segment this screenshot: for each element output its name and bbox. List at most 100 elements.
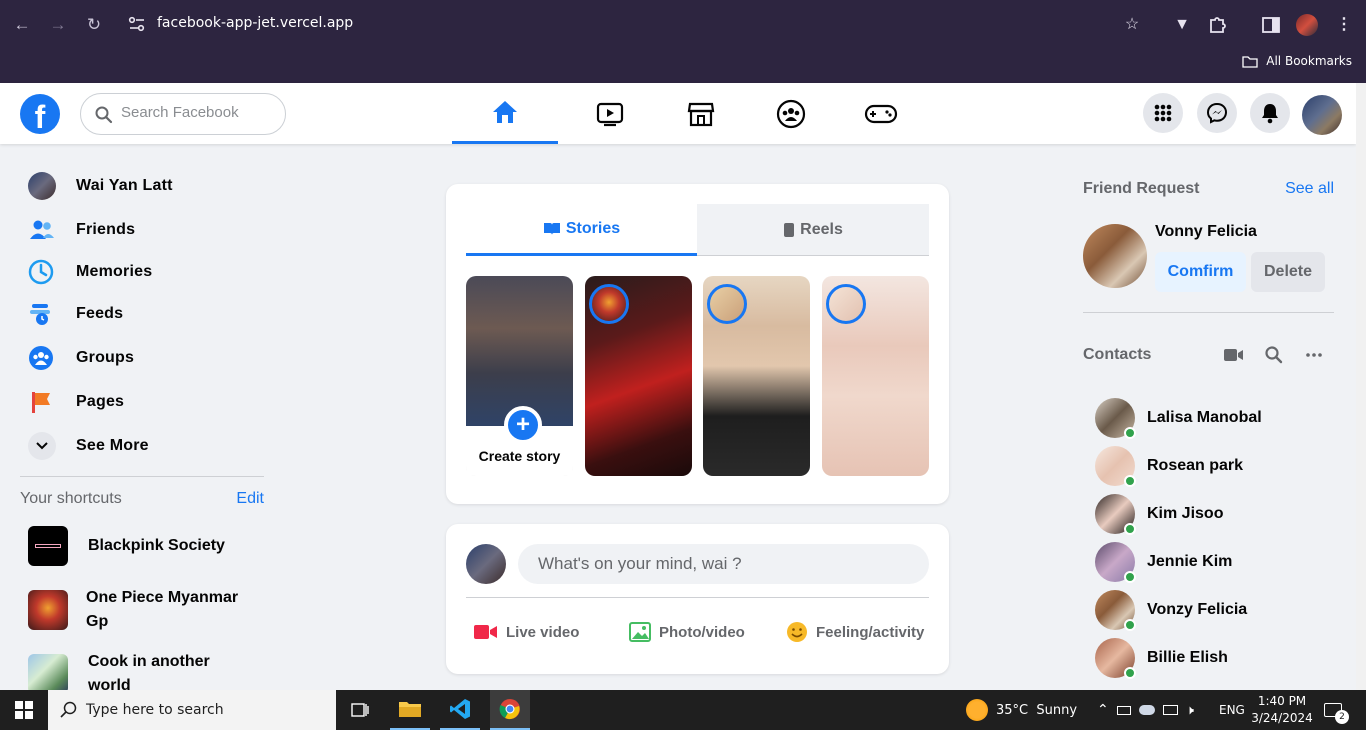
- more-options-icon[interactable]: [1303, 344, 1325, 366]
- video-call-icon[interactable]: [1223, 344, 1245, 366]
- contact-item[interactable]: Jennie Kim: [1095, 540, 1232, 584]
- windows-start-icon[interactable]: [4, 690, 44, 730]
- tab-reels[interactable]: Reels: [697, 204, 929, 256]
- search-input[interactable]: [121, 104, 271, 121]
- sidebar-item-label: Wai Yan Latt: [76, 177, 173, 194]
- sidebar-item-pages[interactable]: Pages: [20, 382, 124, 422]
- input-language[interactable]: ENG: [1219, 690, 1245, 730]
- facebook-logo[interactable]: f: [20, 94, 60, 134]
- reload-icon[interactable]: ↻: [83, 14, 105, 36]
- online-status-dot: [1124, 475, 1136, 487]
- sidebar-item-memories[interactable]: Memories: [20, 252, 152, 292]
- browser-toolbar: ← → ↻ facebook-app-jet.vercel.app ☆ ▼ ⋮: [0, 0, 1366, 50]
- vscode-icon[interactable]: [440, 690, 480, 730]
- contact-item[interactable]: Rosean park: [1095, 444, 1243, 488]
- profile-avatar-icon[interactable]: [1296, 14, 1318, 36]
- all-bookmarks[interactable]: All Bookmarks: [1242, 54, 1352, 68]
- right-divider: [1083, 312, 1334, 313]
- contact-avatar: [1095, 398, 1136, 439]
- taskbar-search-placeholder: Type here to search: [86, 702, 224, 718]
- account-avatar[interactable]: [1302, 95, 1342, 135]
- tab-stories[interactable]: Stories: [466, 204, 697, 256]
- contact-name: Kim Jisoo: [1147, 505, 1224, 522]
- sidebar-item-see-more[interactable]: See More: [20, 426, 149, 466]
- side-panel-icon[interactable]: [1260, 14, 1282, 36]
- story-card[interactable]: [585, 276, 692, 476]
- sidebar-item-profile[interactable]: Wai Yan Latt: [20, 166, 173, 206]
- groups-icon: [20, 340, 64, 376]
- contact-item[interactable]: Kim Jisoo: [1095, 492, 1223, 536]
- taskbar-search-box[interactable]: Type here to search: [48, 690, 336, 730]
- post-composer: Live video Photo/video Feeling/activity: [446, 524, 949, 674]
- tab-home[interactable]: [452, 83, 558, 144]
- clock[interactable]: 1:40 PM 3/24/2024: [1251, 690, 1313, 730]
- weather-text: 35°C Sunny: [996, 702, 1078, 718]
- messenger-button[interactable]: [1197, 93, 1237, 133]
- speaker-muted-icon[interactable]: 🕨: [1186, 703, 1194, 718]
- contact-name: Vonzy Felicia: [1147, 601, 1248, 618]
- site-settings-icon[interactable]: [128, 16, 146, 32]
- live-video-button[interactable]: Live video: [474, 618, 579, 646]
- see-all-link[interactable]: See all: [1285, 180, 1334, 198]
- back-arrow-icon[interactable]: ←: [11, 14, 33, 36]
- shortcut-label: Blackpink Society: [88, 537, 225, 554]
- delete-button[interactable]: Delete: [1251, 252, 1325, 292]
- sidebar-item-friends[interactable]: Friends: [20, 210, 135, 250]
- cloud-sync-icon[interactable]: [1138, 705, 1155, 715]
- notification-count-badge: 2: [1335, 710, 1349, 724]
- story-card[interactable]: [822, 276, 929, 476]
- forward-arrow-icon[interactable]: →: [47, 14, 69, 36]
- clock-time: 1:40 PM: [1257, 694, 1307, 708]
- sidebar-item-label: Memories: [76, 263, 153, 280]
- shortcuts-edit-link[interactable]: Edit: [236, 490, 264, 508]
- weather-widget[interactable]: 35°C Sunny: [966, 690, 1077, 730]
- browser-menu-icon[interactable]: ⋮: [1333, 14, 1355, 36]
- search-box[interactable]: [80, 93, 286, 135]
- flag-icon: [20, 384, 64, 420]
- notification-center-icon[interactable]: 2: [1324, 690, 1349, 730]
- messenger-icon: [1206, 102, 1228, 124]
- address-bar[interactable]: facebook-app-jet.vercel.app: [157, 15, 353, 31]
- story-card[interactable]: [703, 276, 810, 476]
- friend-request-name[interactable]: Vonny Felicia: [1155, 223, 1257, 241]
- battery-icon[interactable]: [1116, 705, 1131, 715]
- menu-grid-button[interactable]: [1143, 93, 1183, 133]
- top-navbar: f: [0, 83, 1356, 144]
- whats-on-your-mind-input[interactable]: [518, 544, 929, 584]
- online-status-dot: [1124, 619, 1136, 631]
- online-status-dot: [1124, 571, 1136, 583]
- shortcut-item[interactable]: Blackpink Society: [28, 526, 225, 566]
- contact-name: Lalisa Manobal: [1147, 409, 1262, 426]
- chrome-icon[interactable]: [490, 690, 530, 730]
- extension-v-icon[interactable]: ▼: [1171, 14, 1193, 36]
- file-explorer-icon[interactable]: [390, 690, 430, 730]
- extensions-puzzle-icon[interactable]: [1207, 14, 1229, 36]
- photo-video-button[interactable]: Photo/video: [629, 618, 745, 646]
- feeling-activity-button[interactable]: Feeling/activity: [786, 618, 924, 646]
- contact-avatar: [1095, 494, 1136, 535]
- bookmark-star-icon[interactable]: ☆: [1121, 14, 1143, 36]
- sidebar-item-groups[interactable]: Groups: [20, 338, 134, 378]
- friend-request-avatar[interactable]: [1083, 224, 1147, 288]
- shortcut-item[interactable]: One Piece Myanmar Gp: [28, 586, 256, 634]
- confirm-button[interactable]: Comfirm: [1155, 252, 1246, 292]
- sidebar-item-label: Pages: [76, 393, 125, 410]
- composer-divider: [466, 597, 929, 598]
- os-taskbar: Type here to search 35°C Sunny ⌃ 🕨 ENG 1…: [0, 690, 1366, 730]
- create-story-card[interactable]: + Create story: [466, 276, 573, 476]
- add-story-plus-icon[interactable]: +: [504, 406, 542, 444]
- network-monitor-icon[interactable]: [1162, 705, 1178, 715]
- create-story-label: Create story: [478, 448, 561, 464]
- sidebar-item-feeds[interactable]: Feeds: [20, 294, 123, 334]
- notifications-button[interactable]: [1250, 93, 1290, 133]
- tray-chevron-up-icon[interactable]: ⌃: [1097, 702, 1109, 718]
- contact-item[interactable]: Lalisa Manobal: [1095, 396, 1262, 440]
- contacts-search-icon[interactable]: [1263, 344, 1285, 366]
- contact-avatar: [1095, 542, 1136, 583]
- task-view-icon[interactable]: [340, 690, 380, 730]
- page-scrollbar[interactable]: [1356, 83, 1366, 690]
- contact-item[interactable]: Billie Elish: [1095, 636, 1228, 680]
- contact-item[interactable]: Vonzy Felicia: [1095, 588, 1247, 632]
- gamepad-icon: [864, 104, 898, 123]
- tab-gaming[interactable]: [828, 83, 934, 144]
